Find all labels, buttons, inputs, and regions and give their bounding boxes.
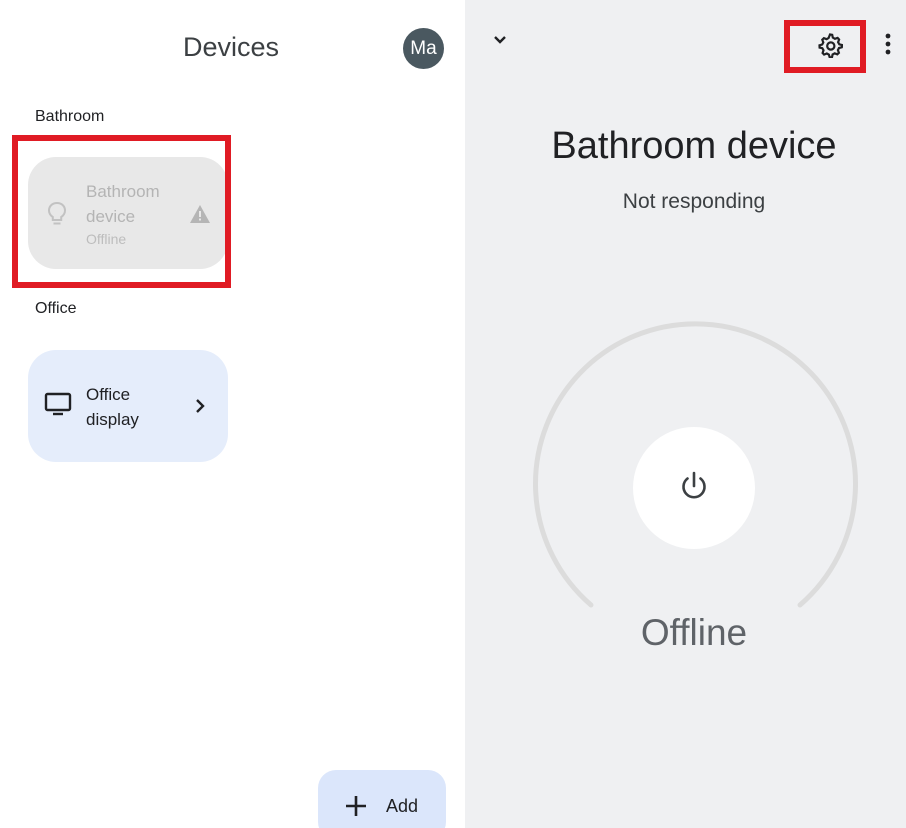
device-state-label: Offline xyxy=(640,612,748,653)
device-name: Office display xyxy=(86,385,139,429)
power-icon xyxy=(677,469,711,508)
plus-icon xyxy=(344,794,368,823)
device-card-office[interactable]: Office display xyxy=(28,350,228,462)
avatar-initials: Ma xyxy=(410,37,437,59)
highlight-box-device-card xyxy=(12,135,231,288)
add-button-label: Add xyxy=(386,796,419,816)
devices-panel: Devices Ma Bathroom Bathroom device Offl… xyxy=(0,0,465,828)
power-dial xyxy=(533,321,858,608)
add-button[interactable]: Add xyxy=(318,770,446,828)
section-label-bathroom: Bathroom xyxy=(35,108,105,125)
display-icon xyxy=(44,392,72,421)
highlight-box-settings xyxy=(784,20,866,73)
avatar[interactable]: Ma xyxy=(403,28,444,69)
section-label-office: Office xyxy=(35,300,77,317)
device-detail-panel: Bathroom device Not responding Offline xyxy=(465,0,906,828)
page-title: Devices xyxy=(183,32,280,62)
power-button[interactable] xyxy=(633,427,755,549)
chevron-right-icon xyxy=(194,398,206,419)
